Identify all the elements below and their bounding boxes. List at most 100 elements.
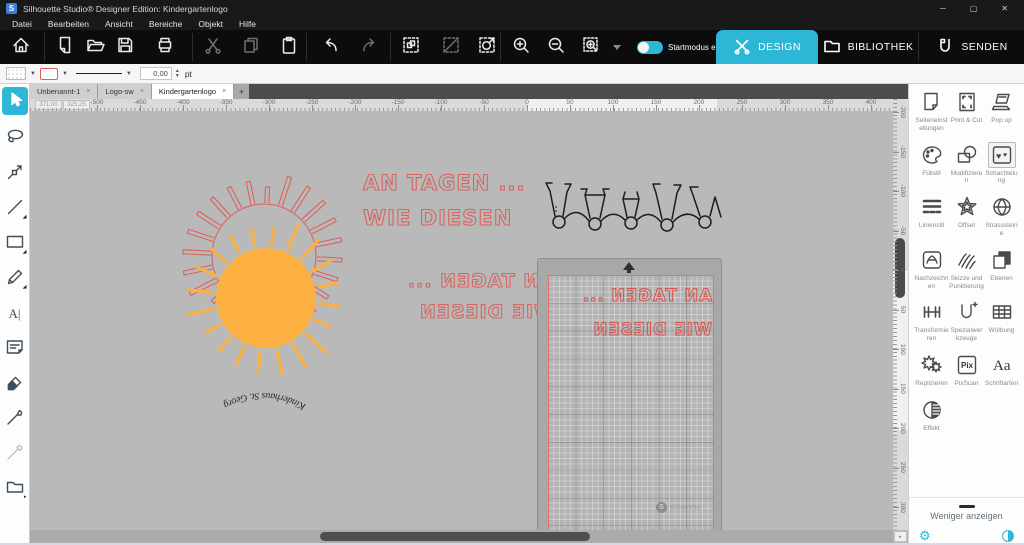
startmodus-toggle[interactable]	[637, 41, 663, 54]
panel-item-replizieren[interactable]: Replizieren	[914, 352, 949, 388]
sun-caption[interactable]: Kinderhaus St. Georg	[198, 371, 328, 423]
save-button[interactable]	[112, 35, 138, 59]
redo-button[interactable]	[356, 35, 382, 59]
panel-item-print-cut[interactable]: Print & Cut	[949, 89, 984, 133]
sun-logo[interactable]	[170, 166, 380, 396]
close-tab-icon[interactable]: ×	[222, 88, 226, 95]
offset-icon	[953, 194, 981, 220]
panel-item-linienstil[interactable]: Linienstil	[914, 194, 949, 238]
line-style-sample[interactable]	[76, 73, 122, 74]
design-icon	[733, 37, 751, 58]
fonts-icon: Aa	[988, 352, 1016, 378]
panel-item-popup[interactable]: Pop up	[984, 89, 1019, 133]
tab-design[interactable]: DESIGN	[716, 30, 818, 64]
deselect-icon	[441, 35, 461, 60]
mat-mirrored-text-group[interactable]: AN TAGEN ... WIE DIESEN	[550, 279, 712, 347]
drag-zoom-dropdown[interactable]	[604, 35, 630, 59]
paste-button[interactable]	[276, 35, 302, 59]
deselect-button[interactable]	[438, 35, 464, 59]
menu-hilfe[interactable]: Hilfe	[231, 19, 264, 29]
open-button[interactable]	[82, 35, 108, 59]
gear-icon[interactable]: ⚙	[919, 529, 931, 542]
collapse-handle[interactable]	[959, 505, 975, 508]
fill-swatch[interactable]	[6, 67, 26, 80]
panel-item-schachtelung[interactable]: ♥♥Schachtelung	[984, 142, 1019, 186]
minimize-button[interactable]: ─	[940, 4, 946, 13]
panel-item-fuellstil[interactable]: Füllstil	[914, 142, 949, 186]
design-canvas[interactable]: AN TAGEN ... WIE DIESEN AN TAGEN ... WIE…	[30, 111, 893, 530]
senden-label: SENDEN	[961, 41, 1007, 53]
print-button[interactable]	[152, 35, 178, 59]
scrollbar-corner[interactable]: ▸	[894, 531, 907, 542]
point-edit-tool[interactable]	[4, 163, 26, 185]
library-folder-icon	[823, 38, 841, 57]
contrast-icon[interactable]	[1002, 530, 1014, 542]
new-tab-button[interactable]: +	[234, 84, 249, 99]
note-tool[interactable]	[4, 338, 26, 360]
zoom-in-button[interactable]	[508, 35, 534, 59]
panel-item-nachzeichnen[interactable]: Nachzeichnen	[914, 247, 949, 291]
maximize-button[interactable]: ▢	[970, 4, 978, 13]
draw-tool[interactable]: ◢	[4, 268, 26, 290]
line-style-dropdown-icon[interactable]: ▼	[126, 71, 132, 77]
panel-item-transformieren[interactable]: Transformieren	[914, 299, 949, 343]
drag-zoom-button[interactable]	[578, 35, 604, 59]
panel-item-strasssteine[interactable]: Strasssteine	[984, 194, 1019, 238]
doc-tab-kindergartenlogo[interactable]: Kindergartenlogo×	[152, 84, 234, 99]
line-thickness-input[interactable]: 0,00	[140, 67, 172, 80]
mirrored-headline-group[interactable]: AN TAGEN ... WIE DIESEN	[358, 266, 555, 328]
new-document-button[interactable]	[52, 35, 78, 59]
horizontal-scrollbar[interactable]: ▸	[30, 530, 893, 543]
menu-datei[interactable]: Datei	[4, 19, 40, 29]
menu-objekt[interactable]: Objekt	[190, 19, 231, 29]
close-tab-icon[interactable]: ×	[86, 88, 90, 95]
headline-text-1[interactable]: AN TAGEN ...	[363, 171, 526, 195]
zoom-in-icon	[511, 35, 531, 60]
lasso-select-tool[interactable]	[4, 128, 26, 150]
copy-button[interactable]	[238, 35, 264, 59]
panel-item-pixscan[interactable]: PixPixScan	[949, 352, 984, 388]
doc-tab-unbenannt-1[interactable]: Unbenannt-1×	[30, 84, 98, 99]
doc-tab-logo-sw[interactable]: Logo-sw×	[98, 84, 151, 99]
panel-item-effekt[interactable]: Effekt	[914, 397, 949, 433]
panel-item-ebenen[interactable]: Ebenen	[984, 247, 1019, 291]
panel-item-spezialwerkzeuge[interactable]: Spezialwerkzeuge	[949, 299, 984, 343]
line-color-swatch[interactable]	[40, 68, 58, 80]
tab-bibliothek[interactable]: BIBLIOTHEK	[820, 30, 916, 64]
close-button[interactable]: ✕	[1001, 4, 1008, 13]
rectangle-tool[interactable]: ◢	[4, 233, 26, 255]
cut-button[interactable]	[200, 35, 226, 59]
library-shortcut-tool[interactable]: ▸	[4, 478, 26, 500]
home-button[interactable]	[8, 35, 34, 59]
eyedropper-tool[interactable]	[4, 443, 26, 465]
select-all-button[interactable]	[398, 35, 424, 59]
text-tool[interactable]: A|	[4, 303, 26, 325]
line-color-dropdown-icon[interactable]: ▼	[62, 71, 68, 77]
tab-senden[interactable]: SENDEN	[922, 30, 1022, 64]
panel-item-skizze[interactable]: Skizze und Punktierung	[949, 247, 984, 291]
panel-item-seiteneinstellungen[interactable]: Seiteneinstellungen	[914, 89, 949, 133]
menu-bearbeiten[interactable]: Bearbeiten	[40, 19, 97, 29]
headline-text-2[interactable]: WIE DIESEN	[363, 206, 512, 230]
undo-button[interactable]	[318, 35, 344, 59]
thickness-stepper[interactable]: ▲▼	[175, 69, 180, 78]
zoom-out-button[interactable]	[543, 35, 569, 59]
inverse-select-button[interactable]	[474, 35, 500, 59]
panel-item-modifizieren[interactable]: Modifizieren	[949, 142, 984, 186]
eraser-tool[interactable]	[4, 373, 26, 395]
panel-item-offset[interactable]: Offset	[949, 194, 984, 238]
cutting-mat[interactable]: AN TAGEN ... WIE DIESEN S silhouette	[537, 258, 722, 530]
menu-bereiche[interactable]: Bereiche	[141, 19, 191, 29]
panel-item-schriftarten[interactable]: AaSchriftarten	[984, 352, 1019, 388]
horizontal-scrollbar-thumb[interactable]	[320, 532, 590, 541]
line-tool[interactable]: ◢	[4, 198, 26, 220]
kids-doodle[interactable]	[543, 175, 723, 233]
collapse-label[interactable]: Weniger anzeigen	[909, 511, 1024, 521]
close-tab-icon[interactable]: ×	[140, 88, 144, 95]
select-tool[interactable]	[2, 87, 28, 115]
popup-icon	[988, 89, 1016, 115]
knife-tool[interactable]	[4, 408, 26, 430]
panel-item-woelbung[interactable]: Wölbung	[984, 299, 1019, 343]
menu-ansicht[interactable]: Ansicht	[97, 19, 141, 29]
fill-dropdown-icon[interactable]: ▼	[30, 71, 36, 77]
